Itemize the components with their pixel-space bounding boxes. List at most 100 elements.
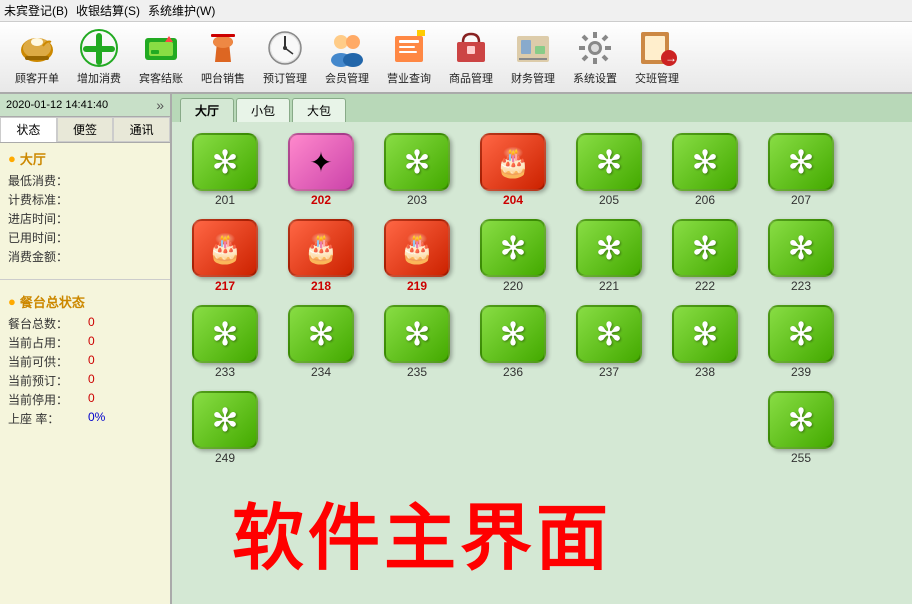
- used-time-row: 已用时间：: [8, 229, 162, 246]
- table-205[interactable]: ✻ 205: [564, 130, 654, 210]
- reserved-row: 当前预订： 0: [8, 372, 162, 389]
- table-grid: ✻ 201 ✦ 202 ✻ 203 🎂 204 ✻ 205: [172, 122, 912, 604]
- area-tabs: 大厅 小包 大包: [172, 94, 912, 122]
- enter-time-label: 进店时间：: [8, 210, 78, 227]
- table-238[interactable]: ✻ 238: [660, 302, 750, 382]
- table-202[interactable]: ✦ 202: [276, 130, 366, 210]
- status-section: ● 餐台总状态 餐台总数： 0 当前占用： 0 当前可供： 0 当前预订： 0 …: [0, 286, 170, 435]
- member-label: 会员管理: [325, 70, 369, 86]
- billing-row: 计费标准：: [8, 191, 162, 208]
- table-237[interactable]: ✻ 237: [564, 302, 654, 382]
- handover-label: 交班管理: [635, 70, 679, 86]
- table-233[interactable]: ✻ 233: [180, 302, 270, 382]
- table-255[interactable]: ✻ 255: [756, 388, 846, 468]
- billing-label: 计费标准：: [8, 191, 78, 208]
- menubar: 未宾登记(B) 收银结算(S) 系统维护(W): [0, 0, 912, 22]
- min-consume-label: 最低消费：: [8, 172, 78, 189]
- table-206[interactable]: ✻ 206: [660, 130, 750, 210]
- finance-icon: [513, 28, 553, 68]
- goods-label: 商品管理: [449, 70, 493, 86]
- finance-button[interactable]: 财务管理: [504, 26, 562, 88]
- watermark-text: 软件主界面: [232, 479, 912, 584]
- table-220[interactable]: ✻ 220: [468, 216, 558, 296]
- main-area: 2020-01-12 14:41:40 » 状态 便签 通讯 ● 大厅 最低消费…: [0, 94, 912, 604]
- finance-label: 财务管理: [511, 70, 555, 86]
- left-panel: 2020-01-12 14:41:40 » 状态 便签 通讯 ● 大厅 最低消费…: [0, 94, 172, 604]
- business-label: 营业查询: [387, 70, 431, 86]
- tab-comm[interactable]: 通讯: [113, 117, 170, 142]
- table-207[interactable]: ✻ 207: [756, 130, 846, 210]
- bar-sales-button[interactable]: 吧台销售: [194, 26, 252, 88]
- table-204[interactable]: 🎂 204: [468, 130, 558, 210]
- area-tab-hall[interactable]: 大厅: [180, 98, 234, 122]
- tab-note[interactable]: 便签: [57, 117, 114, 142]
- amount-label: 消费金额：: [8, 248, 78, 265]
- table-249[interactable]: ✻ 249: [180, 388, 270, 468]
- checkout-label: 宾客结账: [139, 70, 183, 86]
- table-221[interactable]: ✻ 221: [564, 216, 654, 296]
- table-218[interactable]: 🎂 218: [276, 216, 366, 296]
- expand-arrow[interactable]: »: [156, 97, 164, 113]
- table-234[interactable]: ✻ 234: [276, 302, 366, 382]
- table-223[interactable]: ✻ 223: [756, 216, 846, 296]
- bar-sales-label: 吧台销售: [201, 70, 245, 86]
- table-222[interactable]: ✻ 222: [660, 216, 750, 296]
- table-row-0: ✻ 201 ✦ 202 ✻ 203 🎂 204 ✻ 205: [180, 130, 904, 210]
- table-row-2: ✻ 233 ✻ 234 ✻ 235 ✻ 236 ✻ 237: [180, 302, 904, 382]
- right-content: 大厅 小包 大包 ✻ 201 ✦ 202 ✻ 203 🎂: [172, 94, 912, 604]
- disabled-row: 当前停用： 0: [8, 391, 162, 408]
- status-title: ● 餐台总状态: [8, 292, 162, 311]
- settings-button[interactable]: 系统设置: [566, 26, 624, 88]
- menu-checkout[interactable]: 收银结算(S): [76, 2, 140, 19]
- occupancy-row: 上座 率： 0%: [8, 410, 162, 427]
- table-219[interactable]: 🎂 219: [372, 216, 462, 296]
- handover-icon: →: [637, 28, 677, 68]
- bar-sales-icon: [203, 28, 243, 68]
- reservation-button[interactable]: 预订管理: [256, 26, 314, 88]
- reservation-label: 预订管理: [263, 70, 307, 86]
- left-tabs: 状态 便签 通讯: [0, 117, 170, 143]
- goods-icon: [451, 28, 491, 68]
- toolbar: 顾客开单 增加消费 宾客结账: [0, 22, 912, 94]
- datetime-text: 2020-01-12 14:41:40: [6, 99, 108, 111]
- table-217[interactable]: 🎂 217: [180, 216, 270, 296]
- goods-button[interactable]: 商品管理: [442, 26, 500, 88]
- area-tab-large[interactable]: 大包: [292, 98, 346, 122]
- open-guest-icon: [17, 28, 57, 68]
- available-row: 当前可供： 0: [8, 353, 162, 370]
- amount-row: 消费金额：: [8, 248, 162, 265]
- menu-system[interactable]: 系统维护(W): [148, 2, 215, 19]
- settings-icon: [575, 28, 615, 68]
- member-icon: [327, 28, 367, 68]
- open-guest-button[interactable]: 顾客开单: [8, 26, 66, 88]
- table-row-1: 🎂 217 🎂 218 🎂 219 ✻ 220 ✻ 221: [180, 216, 904, 296]
- member-button[interactable]: 会员管理: [318, 26, 376, 88]
- table-236[interactable]: ✻ 236: [468, 302, 558, 382]
- svg-text:→: →: [665, 51, 677, 65]
- table-239[interactable]: ✻ 239: [756, 302, 846, 382]
- checkout-button[interactable]: 宾客结账: [132, 26, 190, 88]
- menu-checkin[interactable]: 未宾登记(B): [4, 2, 68, 19]
- tab-status[interactable]: 状态: [0, 117, 57, 142]
- settings-label: 系统设置: [573, 70, 617, 86]
- table-201[interactable]: ✻ 201: [180, 130, 270, 210]
- table-row-3: ✻ 249 ✻ 250 ✻ 251 ✻ 252 ✻ 253: [180, 388, 904, 468]
- table-235[interactable]: ✻ 235: [372, 302, 462, 382]
- add-consume-label: 增加消费: [77, 70, 121, 86]
- area-tab-small[interactable]: 小包: [236, 98, 290, 122]
- open-guest-label: 顾客开单: [15, 70, 59, 86]
- occupied-row: 当前占用： 0: [8, 334, 162, 351]
- hall-title: ● 大厅: [8, 149, 162, 168]
- hall-section: ● 大厅 最低消费： 计费标准： 进店时间： 已用时间： 消费金额：: [0, 143, 170, 273]
- checkout-icon: [141, 28, 181, 68]
- add-consume-icon: [79, 28, 119, 68]
- business-button[interactable]: 营业查询: [380, 26, 438, 88]
- total-tables-row: 餐台总数： 0: [8, 315, 162, 332]
- add-consume-button[interactable]: 增加消费: [70, 26, 128, 88]
- business-icon: [389, 28, 429, 68]
- handover-button[interactable]: → 交班管理: [628, 26, 686, 88]
- min-consume-row: 最低消费：: [8, 172, 162, 189]
- used-time-label: 已用时间：: [8, 229, 78, 246]
- table-203[interactable]: ✻ 203: [372, 130, 462, 210]
- enter-time-row: 进店时间：: [8, 210, 162, 227]
